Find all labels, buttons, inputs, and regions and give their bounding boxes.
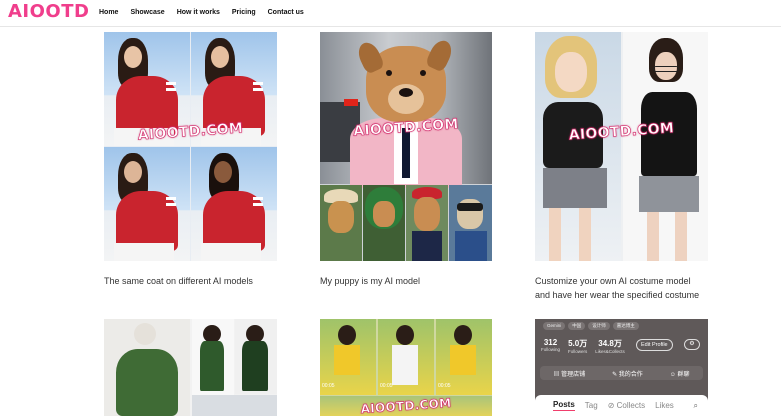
video-timestamp: 00:05: [380, 383, 393, 389]
field-tile: 00:05: [378, 319, 434, 395]
profile-actions: ▤ 管理店铺 ✎ 我的合作 ☺ 群聊: [540, 366, 703, 380]
dog-tile: [320, 185, 362, 261]
nav-home[interactable]: Home: [99, 9, 118, 16]
stat-followers[interactable]: 5.0万 Followers: [568, 338, 587, 354]
profile-stats: 312 Following 5.0万 Followers 34.8万 Likes…: [541, 338, 625, 354]
stat-following[interactable]: 312 Following: [541, 338, 560, 354]
action-label: 群聊: [677, 371, 690, 378]
stat-label: Following: [541, 347, 561, 352]
main-nav: Home Showcase How it works Pricing Conta…: [99, 9, 316, 16]
tab-posts[interactable]: Posts: [553, 400, 575, 411]
dog-tile: [449, 185, 492, 261]
profile-tag: 中国: [568, 322, 586, 330]
nav-pricing[interactable]: Pricing: [232, 9, 256, 16]
tab-tag[interactable]: Tag: [585, 401, 598, 410]
nav-how-it-works[interactable]: How it works: [177, 9, 220, 16]
field-tile: 00:05: [436, 319, 492, 395]
tab-collects-label: Collects: [616, 401, 646, 410]
profile-tag: 嘉达博主: [612, 322, 639, 330]
site-logo[interactable]: AIOOTD: [8, 1, 89, 22]
edit-profile-button[interactable]: Edit Profile: [636, 339, 673, 351]
dog-tile: [406, 185, 448, 261]
action-label: 我的合作: [618, 371, 643, 378]
caption-line-2: and have her wear the specified costume: [535, 290, 700, 300]
red-sign: [344, 99, 358, 106]
stat-value: 34.8万: [598, 339, 622, 348]
site-header: AIOOTD Home Showcase How it works Pricin…: [0, 0, 781, 27]
stat-label: Likes&Collects: [595, 349, 625, 354]
caption-line-1: Customize your own AI costume model: [535, 276, 691, 286]
profile-tag: Gemini: [543, 322, 566, 330]
video-timestamp: 00:05: [322, 383, 335, 389]
model-tile: [104, 147, 190, 261]
stat-value: 312: [543, 338, 558, 347]
profile-tabs: Posts Tag ⊘ Collects Likes ⌕: [535, 395, 708, 416]
action-manage-shop[interactable]: ▤ 管理店铺: [553, 369, 585, 378]
search-icon[interactable]: ⌕: [694, 401, 698, 411]
profile-tags: Gemini 中国 设计师 嘉达博主: [543, 322, 639, 330]
action-my-collab[interactable]: ✎ 我的合作: [612, 369, 643, 378]
model-tile: [191, 147, 277, 261]
field-model-image[interactable]: 00:05 00:05 00:05 AIOOTD.COM: [320, 319, 492, 416]
coat-models-image[interactable]: AIOOTD.COM: [104, 32, 277, 261]
action-label: 管理店铺: [561, 371, 586, 378]
profile-tag: 设计师: [588, 322, 610, 330]
card-caption: My puppy is my AI model: [320, 276, 421, 286]
action-group-chat[interactable]: ☺ 群聊: [670, 369, 690, 378]
dog-tile: [363, 185, 405, 261]
stat-likes-collects[interactable]: 34.8万 Likes&Collects: [595, 338, 625, 354]
nav-showcase[interactable]: Showcase: [130, 9, 164, 16]
tab-likes[interactable]: Likes: [655, 401, 674, 410]
video-timestamp: 00:05: [438, 383, 451, 389]
field-tile: 00:05: [320, 319, 376, 395]
puppy-model-image[interactable]: AIOOTD.COM: [320, 32, 492, 261]
stat-label: Followers: [568, 349, 588, 354]
stat-value: 5.0万: [568, 339, 588, 348]
social-profile-card[interactable]: Gemini 中国 设计师 嘉达博主 312 Following 5.0万 Fo…: [535, 319, 708, 416]
settings-icon[interactable]: ⚙: [684, 339, 700, 350]
card-caption: The same coat on different AI models: [104, 276, 253, 286]
card-caption: Customize your own AI costume model and …: [535, 274, 699, 302]
costume-model-image[interactable]: AIOOTD.COM: [535, 32, 708, 261]
tab-collects[interactable]: ⊘ Collects: [608, 401, 645, 410]
nav-contact-us[interactable]: Contact us: [268, 9, 304, 16]
dress-model-image[interactable]: [104, 319, 277, 416]
